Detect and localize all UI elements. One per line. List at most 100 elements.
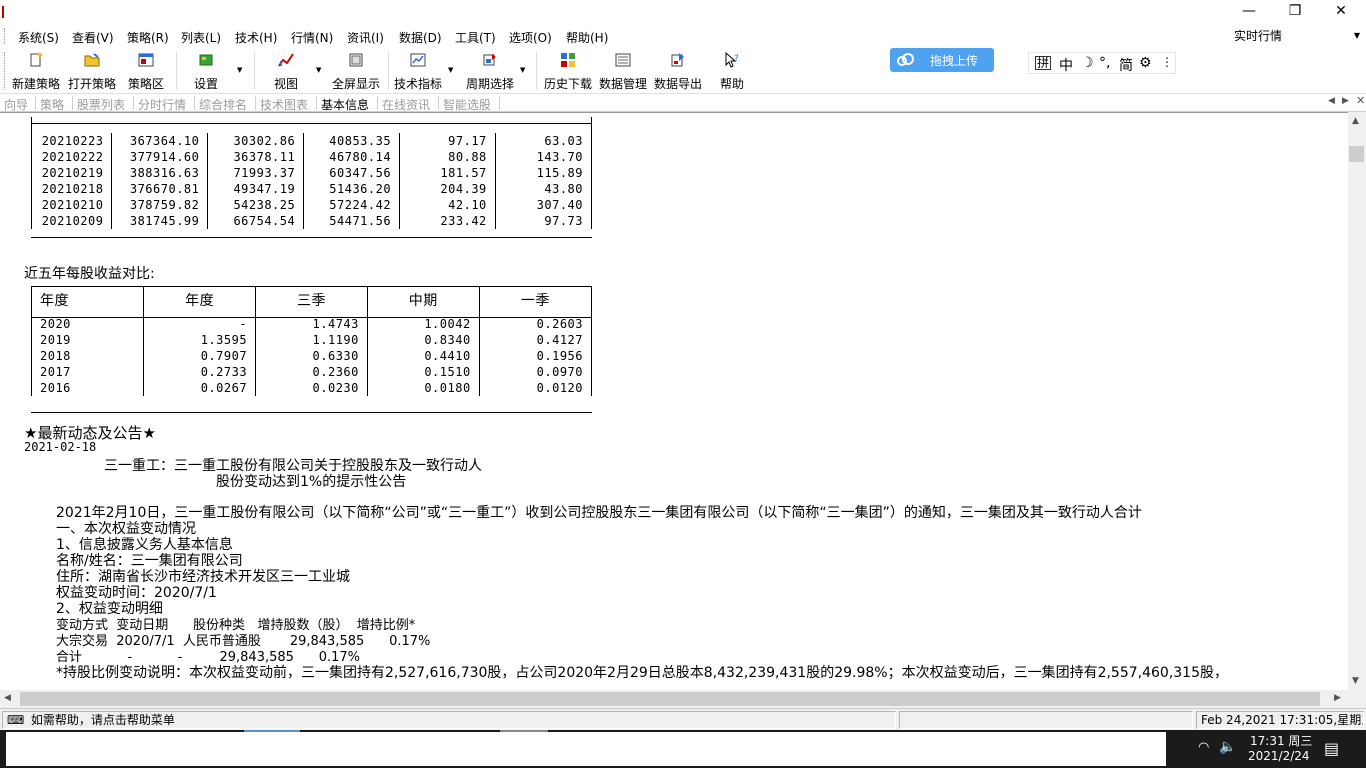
tab-prev-icon[interactable]: ◀ (1328, 96, 1335, 106)
scroll-down-icon[interactable]: ▼ (1352, 676, 1359, 686)
tab-guide[interactable]: 向导 (4, 96, 28, 113)
help-button[interactable]: ? 帮助 (716, 52, 748, 92)
tab-stock-list[interactable]: 股票列表 (77, 96, 125, 113)
fullscreen-button[interactable]: 全屏显示 (330, 52, 382, 92)
ime-punct[interactable]: °, (1099, 55, 1110, 71)
menu-view[interactable]: 查看(V) (72, 29, 114, 46)
ime-halfwidth-icon[interactable]: ☽ (1081, 55, 1094, 71)
horizontal-scroll-thumb[interactable] (20, 692, 1320, 706)
period-select-button[interactable]: 周期选择 (464, 52, 516, 92)
menu-tech[interactable]: 技术(H) (235, 29, 277, 46)
vertical-scrollbar[interactable]: ▲ ▼ (1348, 112, 1366, 690)
ime-more-icon[interactable]: ⋮ (1161, 55, 1173, 69)
tab-next-icon[interactable]: ▶ (1342, 96, 1349, 106)
strategy-area-label: 策略区 (127, 77, 164, 91)
notification-icon[interactable]: ▤ (1324, 739, 1339, 758)
drag-upload-button[interactable]: 拖拽上传 (890, 48, 994, 72)
vertical-scroll-thumb[interactable] (1349, 146, 1364, 162)
tab-intraday[interactable]: 分时行情 (138, 96, 186, 113)
table-border (591, 117, 592, 133)
chart-view-icon (278, 53, 294, 67)
minimize-button[interactable]: — (1226, 0, 1272, 24)
menu-quote[interactable]: 行情(N) (291, 29, 333, 46)
eps-cell: 0.0120 (536, 381, 583, 395)
trade-table-cell: 20210223 (32, 133, 113, 149)
view-dropdown-icon[interactable]: ▼ (316, 66, 321, 74)
open-strategy-button[interactable]: 打开策略 (66, 52, 118, 92)
scroll-up-icon[interactable]: ▲ (1352, 116, 1359, 126)
ime-gear-icon[interactable]: ⚙ (1139, 55, 1152, 71)
menu-data[interactable]: 数据(D) (399, 29, 442, 46)
market-select[interactable]: 实时行情 ▼ (1228, 27, 1364, 45)
menu-tools[interactable]: 工具(T) (455, 29, 496, 46)
eps-cell: 2016 (32, 380, 145, 396)
trade-table-cell: 376670.81 (111, 181, 209, 197)
menu-info[interactable]: 资讯(I) (347, 29, 384, 46)
scroll-left-icon[interactable]: ◀ (4, 693, 11, 703)
basic-info-content: 20210223 367364.10 30302.86 40853.35 97.17 63… (0, 112, 1348, 690)
menu-system[interactable]: 系统(S) (18, 29, 59, 46)
tab-bar: 向导 策略 股票列表 分时行情 综合排名 技术图表 基本信息 在线资讯 智能选股… (0, 94, 1366, 112)
settings-dropdown-icon[interactable]: ▼ (237, 66, 242, 74)
trade-table-cell: 30302.86 (207, 133, 305, 149)
eps-header-cell: 中期 (367, 286, 480, 316)
history-download-button[interactable]: 历史下载 (542, 52, 594, 92)
eps-cell: 0.2603 (536, 317, 583, 331)
toolbar-separator (254, 52, 255, 90)
news-headline-cont[interactable]: 股份变动达到1%的提示性公告 (216, 471, 406, 491)
trade-table-cell: 204.39 (399, 181, 496, 197)
tab-strategy[interactable]: 策略 (40, 96, 64, 113)
ime-pinyin[interactable]: 拼 (1035, 56, 1052, 70)
trade-table-cell: 381745.99 (111, 213, 209, 229)
eps-row: 2016 0.0267 0.0230 0.0180 0.0120 (32, 380, 591, 396)
close-button[interactable]: ✕ (1318, 0, 1364, 24)
data-manage-icon (615, 53, 631, 67)
ratio-note: *持股比例变动说明：本次权益变动前，三一集团持有2,527,616,730股，占… (56, 665, 1228, 681)
table-border (31, 123, 592, 124)
data-manage-button[interactable]: 数据管理 (597, 52, 649, 92)
eps-cell: 0.0970 (536, 365, 583, 379)
taskbar-date[interactable]: 2021/2/24 (1248, 749, 1310, 763)
taskbar-search-area[interactable] (6, 732, 1166, 766)
trade-table-cell: 66754.54 (207, 213, 305, 229)
new-strategy-button[interactable]: 新建策略 (10, 52, 62, 92)
help-icon: ? (725, 52, 739, 68)
horizontal-scrollbar[interactable]: ◀ ▶ (0, 690, 1348, 708)
volume-icon[interactable]: 🔈 (1219, 739, 1236, 755)
tab-online-info[interactable]: 在线资讯 (382, 96, 430, 113)
chevron-down-icon: ▼ (1353, 31, 1360, 40)
ime-lang[interactable]: 中 (1059, 55, 1073, 75)
drag-upload-label: 拖拽上传 (930, 54, 979, 68)
eps-title: 近五年每股收益对比: (24, 266, 155, 282)
market-select-value: 实时行情 (1234, 29, 1283, 43)
eps-cell: 1.3595 (143, 332, 257, 348)
scroll-right-icon[interactable]: ▶ (1334, 693, 1341, 703)
status-panel-empty (899, 711, 1193, 729)
data-export-button[interactable]: 数据导出 (652, 52, 704, 92)
toolbar-grip[interactable] (4, 52, 7, 90)
taskbar-time[interactable]: 17:31 周三 (1250, 732, 1312, 749)
eps-header-cell: 一季 (520, 293, 550, 309)
tech-indicator-button[interactable]: 技术指标 (392, 52, 444, 92)
tab-ranking[interactable]: 综合排名 (199, 96, 247, 113)
period-dropdown-icon[interactable]: ▼ (520, 66, 525, 74)
trade-table-cell: 367364.10 (111, 133, 209, 149)
menu-help[interactable]: 帮助(H) (566, 29, 608, 46)
menu-list[interactable]: 列表(L) (181, 29, 221, 46)
ime-simplified[interactable]: 简 (1119, 55, 1133, 75)
settings-button[interactable]: 设置 (188, 52, 224, 92)
view-button[interactable]: 视图 (268, 52, 304, 92)
tab-smart-pick[interactable]: 智能选股 (443, 96, 491, 113)
wifi-icon[interactable]: ◠ (1198, 740, 1209, 755)
indicator-dropdown-icon[interactable]: ▼ (448, 66, 453, 74)
strategy-area-button[interactable]: 策略区 (125, 52, 167, 92)
tab-tech-chart[interactable]: 技术图表 (260, 96, 308, 113)
menu-options[interactable]: 选项(O) (509, 29, 552, 46)
tab-basic-info[interactable]: 基本信息 (321, 96, 369, 113)
restore-button[interactable]: ❐ (1272, 0, 1318, 24)
tab-close-icon[interactable]: ✕ (1356, 94, 1365, 107)
keyboard-icon: ⌨ (7, 713, 25, 727)
tab-separator (377, 96, 378, 110)
menubar-grip[interactable] (4, 28, 7, 44)
menu-strategy[interactable]: 策略(R) (127, 29, 169, 46)
